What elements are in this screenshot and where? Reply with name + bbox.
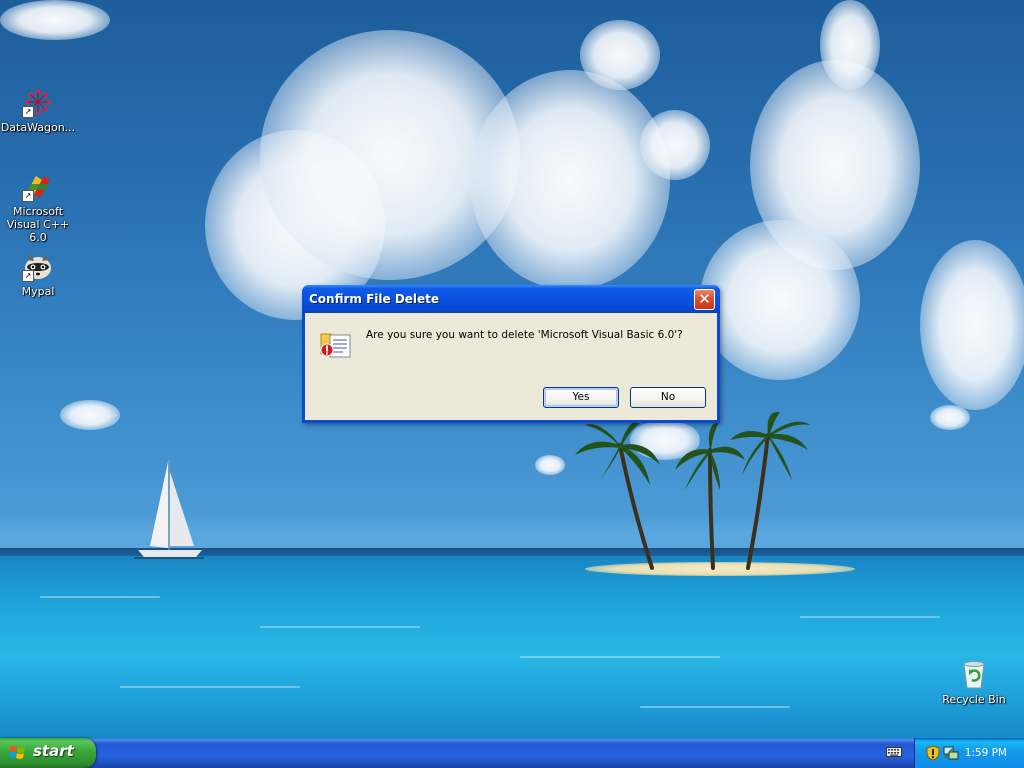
wallpaper-wave [260,626,420,628]
wallpaper-cloud [0,0,110,40]
keyboard-icon[interactable] [886,746,902,758]
security-shield-icon[interactable] [925,745,941,761]
recycle-bin-icon [958,658,990,690]
desktop-icon-label: Mypal [21,285,55,298]
desktop: ↗ DataWagon... ↗ Microsoft Visual C++ 6.… [0,0,1024,738]
start-label: start [33,742,74,760]
shortcut-arrow-icon: ↗ [22,190,34,202]
wallpaper-sea [0,556,1024,738]
wallpaper-sailboat [134,460,204,559]
wallpaper-cloud [920,240,1024,410]
wallpaper-wave [40,596,160,598]
desktop-icon-recycle-bin[interactable]: Recycle Bin [936,658,1012,706]
wallpaper-cloud [470,70,670,290]
wallpaper-wave [120,686,300,688]
wallpaper-wave [640,706,790,708]
desktop-icon-label: Recycle Bin [942,693,1006,706]
close-button[interactable]: ✕ [694,289,715,310]
wallpaper-cloud [930,405,970,430]
shortcut-arrow-icon: ↗ [22,270,34,282]
wallpaper-cloud [640,110,710,180]
desktop-icon-mypal[interactable]: ↗ Mypal [0,250,76,298]
confirm-file-delete-dialog: Confirm File Delete ✕ Are you sure you w… [302,285,720,423]
no-button[interactable]: No [630,387,706,408]
wallpaper-cloud [60,400,120,430]
dialog-title: Confirm File Delete [309,292,440,306]
desktop-icon-datawagon[interactable]: ↗ DataWagon... [0,86,76,134]
yes-button[interactable]: Yes [543,387,619,408]
mypal-icon: ↗ [22,250,54,282]
wallpaper-cloud [535,455,565,475]
visual-cpp-icon: ↗ [22,170,54,202]
wallpaper-palm-trees [575,411,810,570]
network-icon[interactable] [943,745,959,761]
wallpaper-wave [520,656,720,658]
close-icon: ✕ [698,290,711,308]
desktop-icon-label: Microsoft Visual C++ 6.0 [6,205,70,244]
datawagon-icon: ↗ [22,86,54,118]
dialog-body: Are you sure you want to delete 'Microso… [305,313,717,420]
system-tray: 1:59 PM [914,738,1024,768]
dialog-message: Are you sure you want to delete 'Microso… [366,329,683,341]
clock[interactable]: 1:59 PM [965,747,1007,759]
wallpaper-cloud [700,220,860,380]
start-button[interactable]: start [0,738,96,768]
wallpaper-cloud [580,20,660,90]
windows-logo-icon [9,746,25,759]
dialog-titlebar[interactable]: Confirm File Delete ✕ [302,285,720,313]
shortcut-arrow-icon: ↗ [22,106,34,118]
wallpaper-wave [800,616,940,618]
delete-file-warning-icon [319,326,353,360]
taskbar: start 1:59 PM [0,738,1024,768]
wallpaper-cloud [820,0,880,90]
desktop-icon-label: DataWagon... [0,121,76,134]
desktop-icon-visual-cpp[interactable]: ↗ Microsoft Visual C++ 6.0 [0,170,76,244]
